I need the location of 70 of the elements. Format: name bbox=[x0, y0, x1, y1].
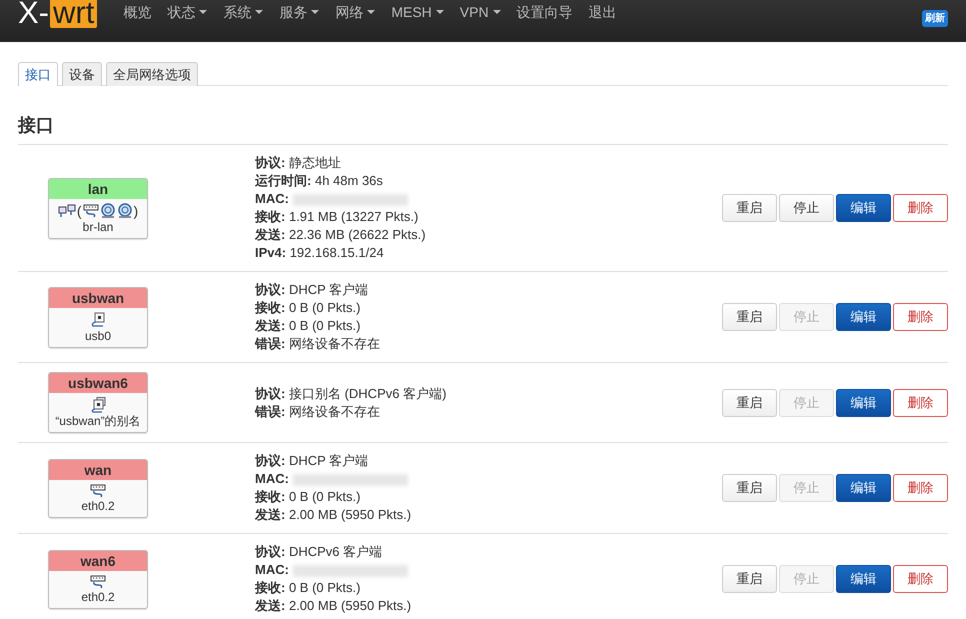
info-line: 协议: DHCPv6 客户端 bbox=[255, 544, 382, 559]
delete-button[interactable]: 删除 bbox=[893, 388, 948, 416]
delete-button[interactable]: 删除 bbox=[893, 565, 948, 593]
tab[interactable]: 接口 bbox=[18, 62, 58, 86]
info-line: 发送: 2.00 MB (5950 Pkts.) bbox=[255, 598, 412, 613]
info-line: 发送: 2.00 MB (5950 Pkts.) bbox=[255, 507, 412, 522]
menu-item[interactable]: 服务 bbox=[271, 2, 328, 22]
menu-item[interactable]: 设置向导 bbox=[508, 2, 581, 22]
tab[interactable]: 全局网络选项 bbox=[106, 62, 198, 86]
device-name: eth0.2 bbox=[80, 498, 116, 514]
action-button[interactable]: 重启 bbox=[722, 565, 777, 593]
info-line: IPv4: 192.168.15.1/24 bbox=[255, 245, 384, 260]
ethernet-port-icon bbox=[82, 204, 98, 218]
info-line: 运行时间: 4h 48m 36s bbox=[255, 173, 383, 188]
ethernet-port-icon bbox=[90, 574, 106, 588]
wireless-icon bbox=[100, 202, 116, 218]
info-line: 接收: 1.91 MB (13227 Pkts.) bbox=[255, 209, 418, 224]
interface-name: lan bbox=[49, 178, 147, 198]
action-button[interactable]: 重启 bbox=[722, 303, 777, 331]
info-label: MAC: bbox=[255, 562, 289, 577]
info-line: 发送: 0 B (0 Pkts.) bbox=[255, 318, 360, 333]
info-line: 接收: 0 B (0 Pkts.) bbox=[255, 300, 360, 315]
interface-name: wan6 bbox=[49, 550, 147, 570]
delete-button[interactable]: 删除 bbox=[893, 474, 948, 502]
bracket: ( bbox=[76, 202, 82, 218]
info-label: MAC: bbox=[255, 471, 289, 486]
delete-button[interactable]: 删除 bbox=[893, 194, 948, 222]
info-line: 接收: 0 B (0 Pkts.) bbox=[255, 489, 360, 504]
action-button[interactable]: 重启 bbox=[722, 474, 777, 502]
network-device-icon bbox=[90, 312, 106, 328]
edit-button[interactable]: 编辑 bbox=[836, 388, 891, 416]
action-button[interactable]: 停止 bbox=[779, 194, 834, 222]
section-heading: 接口 bbox=[18, 112, 948, 145]
interface-name: wan bbox=[49, 460, 147, 480]
ethernet-port-icon bbox=[90, 484, 106, 498]
menu-item[interactable]: 状态 bbox=[159, 2, 216, 22]
interface-name: usbwan6 bbox=[49, 373, 147, 393]
device-name: usb0 bbox=[84, 328, 112, 344]
interface-name: usbwan bbox=[49, 288, 147, 308]
bridge-icon bbox=[58, 204, 76, 218]
edit-button[interactable]: 编辑 bbox=[836, 194, 891, 222]
device-name: “usbwan”的别名 bbox=[54, 413, 142, 430]
menu-item[interactable]: 网络 bbox=[327, 2, 384, 22]
action-button[interactable]: 重启 bbox=[722, 194, 777, 222]
bracket: ) bbox=[134, 202, 138, 218]
delete-button[interactable]: 删除 bbox=[893, 303, 948, 331]
info-line: 协议: 静态地址 bbox=[255, 155, 341, 170]
info-line: 协议: DHCP 客户端 bbox=[255, 453, 368, 468]
info-line: 协议: DHCP 客户端 bbox=[255, 282, 368, 297]
tab[interactable]: 设备 bbox=[62, 62, 102, 86]
device-name: br-lan bbox=[82, 218, 114, 236]
menu-item[interactable]: 退出 bbox=[580, 2, 625, 22]
info-label: MAC: bbox=[255, 191, 289, 206]
wireless-icon bbox=[116, 202, 132, 218]
info-line: 发送: 22.36 MB (26622 Pkts.) bbox=[255, 227, 426, 242]
info-line: 错误: 网络设备不存在 bbox=[255, 404, 380, 418]
menu-item[interactable]: MESH bbox=[383, 2, 452, 22]
refresh-badge[interactable]: 刷新 bbox=[922, 10, 948, 27]
menu-item[interactable]: VPN bbox=[452, 2, 509, 22]
info-line: 协议: 接口别名 (DHCPv6 客户端) bbox=[255, 386, 446, 400]
action-button[interactable]: 重启 bbox=[722, 388, 777, 416]
edit-button[interactable]: 编辑 bbox=[836, 303, 891, 331]
edit-button[interactable]: 编辑 bbox=[836, 474, 891, 502]
info-line: 错误: 网络设备不存在 bbox=[255, 336, 380, 351]
menu-item[interactable]: 概览 bbox=[115, 2, 160, 22]
info-line: 接收: 0 B (0 Pkts.) bbox=[255, 580, 360, 595]
device-name: eth0.2 bbox=[80, 588, 116, 606]
edit-button[interactable]: 编辑 bbox=[836, 565, 891, 593]
menu-item[interactable]: 系统 bbox=[215, 2, 272, 22]
network-alias-icon bbox=[90, 397, 106, 413]
